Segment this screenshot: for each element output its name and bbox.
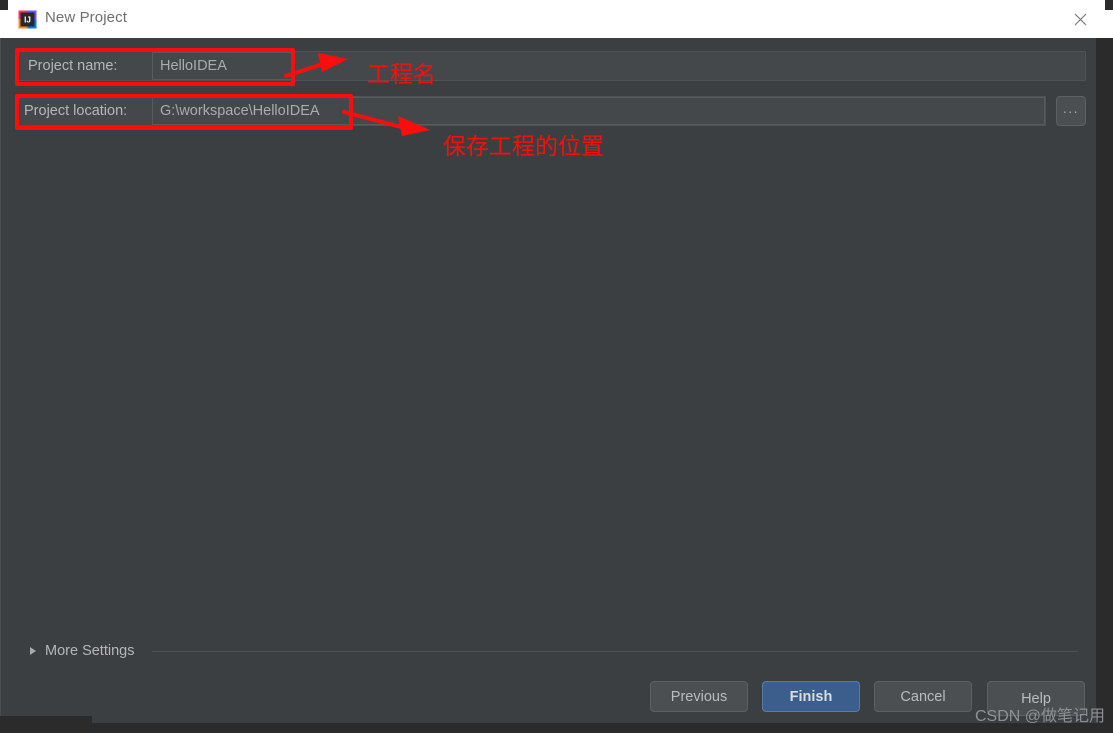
project-location-input[interactable]: G:\workspace\HelloIDEA bbox=[152, 97, 1045, 125]
help-button[interactable]: Help bbox=[987, 681, 1085, 716]
new-project-dialog-screen: IJ New Project Project name: HelloIDEA P… bbox=[0, 0, 1113, 733]
more-settings-label: More Settings bbox=[45, 643, 135, 659]
close-icon bbox=[1074, 13, 1086, 25]
project-name-input[interactable]: HelloIDEA bbox=[152, 52, 295, 80]
project-location-label: Project location: bbox=[24, 103, 128, 119]
window-bottom-left-edge bbox=[0, 716, 92, 733]
window-bottom-edge bbox=[0, 723, 1113, 733]
finish-button[interactable]: Finish bbox=[762, 681, 860, 712]
dialog-body bbox=[0, 38, 1096, 723]
chevron-right-icon bbox=[30, 647, 36, 655]
browse-button-label: ... bbox=[1062, 100, 1080, 116]
titlebar-corner-left bbox=[0, 0, 8, 10]
svg-text:IJ: IJ bbox=[24, 16, 31, 25]
cancel-button[interactable]: Cancel bbox=[874, 681, 972, 712]
window-titlebar: IJ New Project bbox=[0, 0, 1113, 38]
project-name-label: Project name: bbox=[28, 58, 118, 74]
close-button[interactable] bbox=[1057, 0, 1103, 38]
browse-location-button[interactable]: ... bbox=[1056, 96, 1086, 126]
more-settings-toggle[interactable]: More Settings bbox=[30, 643, 134, 659]
previous-button[interactable]: Previous bbox=[650, 681, 748, 712]
titlebar-corner-right bbox=[1105, 0, 1113, 10]
window-right-edge bbox=[1096, 38, 1113, 733]
window-title: New Project bbox=[45, 9, 127, 26]
more-settings-separator bbox=[152, 651, 1078, 652]
intellij-idea-icon: IJ bbox=[18, 10, 37, 29]
